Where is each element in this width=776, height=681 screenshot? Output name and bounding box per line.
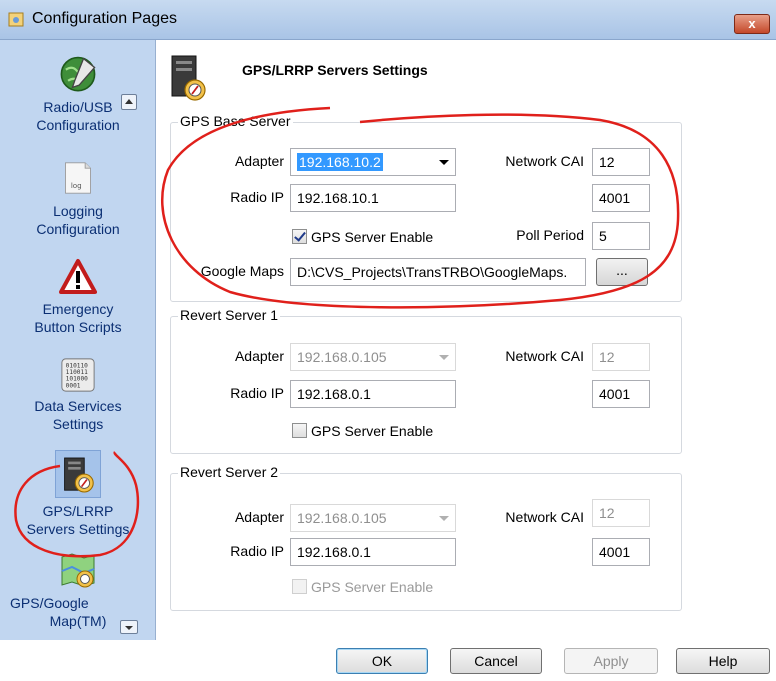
adapter-label: Adapter [234,509,284,525]
chevron-down-icon [439,516,449,521]
base-port-input[interactable]: 4001 [592,184,650,212]
radio-ip-label: Radio IP [230,189,284,205]
base-adapter-value: 192.168.10.2 [297,153,383,171]
help-button[interactable]: Help [676,648,770,674]
sidebar-item-label: Radio/USB [43,99,113,115]
sidebar-item-label: Servers Settings [26,521,130,537]
log-file-icon: log [65,162,91,194]
google-maps-path-input[interactable]: D:\CVS_Projects\TransTRBO\GoogleMaps. [290,258,586,286]
sidebar-item-radio-usb-configuration[interactable]: Radio/USB Configuration [0,52,155,134]
sidebar-item-label: Configuration [36,221,120,237]
map-icon [61,553,95,588]
adapter-label: Adapter [234,153,284,169]
sidebar-item-label: GPS/LRRP [42,503,114,519]
base-adapter-select[interactable]: 192.168.10.2 [290,148,456,176]
revert2-network-cai-input[interactable]: 12 [592,499,650,527]
revert-server-1-legend: Revert Server 1 [178,307,281,323]
binary-row: 0001 [66,382,81,389]
network-cai-label: Network CAI [505,509,584,525]
ok-button[interactable]: OK [336,648,428,674]
radio-ip-label: Radio IP [230,385,284,401]
browse-button[interactable]: ... [596,258,648,286]
log-icon-text: log [71,181,82,190]
revert2-adapter-value: 192.168.0.105 [297,510,387,526]
gps-server-enable-label: GPS Server Enable [311,229,434,245]
sidebar-item-label: Emergency [42,301,114,317]
sidebar-item-emergency-button-scripts[interactable]: Emergency Button Scripts [0,258,155,336]
revert2-gps-server-enable-checkbox[interactable]: GPS Server Enable [292,579,433,595]
gps-server-enable-label: GPS Server Enable [311,579,434,595]
base-radio-ip-input[interactable]: 192.168.10.1 [290,184,456,212]
page-title: GPS/LRRP Servers Settings [242,62,428,78]
radio-ip-label: Radio IP [230,543,284,559]
revert2-port-input[interactable]: 4001 [592,538,650,566]
sidebar-item-gps-lrrp-servers-settings[interactable]: GPS/LRRP Servers Settings [0,450,155,538]
google-maps-label: Google Maps [200,263,284,279]
sidebar-item-label: Button Scripts [34,319,122,335]
close-icon: x [748,16,756,31]
revert1-port-input[interactable]: 4001 [592,380,650,408]
app-icon [8,12,24,27]
sidebar-item-gps-google-map[interactable]: GPS/Google Map(TM) [0,550,155,630]
chevron-down-icon [439,355,449,360]
cancel-button[interactable]: Cancel [450,648,542,674]
revert1-adapter-select[interactable]: 192.168.0.105 [290,343,456,371]
gps-server-icon [171,55,206,101]
sidebar-item-data-services-settings[interactable]: 010110 110011 101000 0001 Data Services … [0,357,155,433]
revert1-radio-ip-input[interactable]: 192.168.0.1 [290,380,456,408]
adapter-label: Adapter [234,348,284,364]
checkbox-checked-icon [292,229,307,244]
apply-button[interactable]: Apply [564,648,658,674]
sidebar-item-logging-configuration[interactable]: log Logging Configuration [0,158,155,238]
base-network-cai-input[interactable]: 12 [592,148,650,176]
sidebar-item-label: Logging [53,203,103,219]
sidebar-item-label: Settings [52,416,104,432]
chevron-down-icon [125,626,133,630]
revert1-network-cai-input[interactable]: 12 [592,343,650,371]
revert1-adapter-value: 192.168.0.105 [297,349,387,365]
base-poll-period-input[interactable]: 5 [592,222,650,250]
warning-triangle-icon [59,259,97,294]
network-cai-label: Network CAI [505,153,584,169]
title-bar: Configuration Pages x [0,0,776,40]
globe-pencil-icon [60,56,96,92]
close-button[interactable]: x [734,14,770,34]
base-gps-server-enable-checkbox[interactable]: GPS Server Enable [292,229,433,245]
poll-period-label: Poll Period [516,227,584,243]
checkbox-unchecked-icon [292,423,307,438]
sidebar-item-label: Data Services [34,398,122,414]
selected-icon-frame [55,450,101,498]
revert2-adapter-select[interactable]: 192.168.0.105 [290,504,456,532]
sidebar-scroll-down-button[interactable] [120,620,138,634]
gps-server-icon [64,457,94,493]
checkbox-unchecked-icon [292,579,307,594]
gps-server-enable-label: GPS Server Enable [311,423,434,439]
sidebar[interactable]: Radio/USB Configuration log Logging Conf… [0,40,156,640]
sidebar-item-label: GPS/Google [10,595,89,611]
chevron-down-icon [439,160,449,165]
revert2-radio-ip-input[interactable]: 192.168.0.1 [290,538,456,566]
sidebar-item-label: Configuration [36,117,120,133]
revert-server-2-legend: Revert Server 2 [178,464,281,480]
window-title: Configuration Pages [32,10,177,27]
gps-base-server-legend: GPS Base Server [178,113,293,129]
network-cai-label: Network CAI [505,348,584,364]
binary-data-icon: 010110 110011 101000 0001 [61,358,95,392]
revert1-gps-server-enable-checkbox[interactable]: GPS Server Enable [292,423,433,439]
